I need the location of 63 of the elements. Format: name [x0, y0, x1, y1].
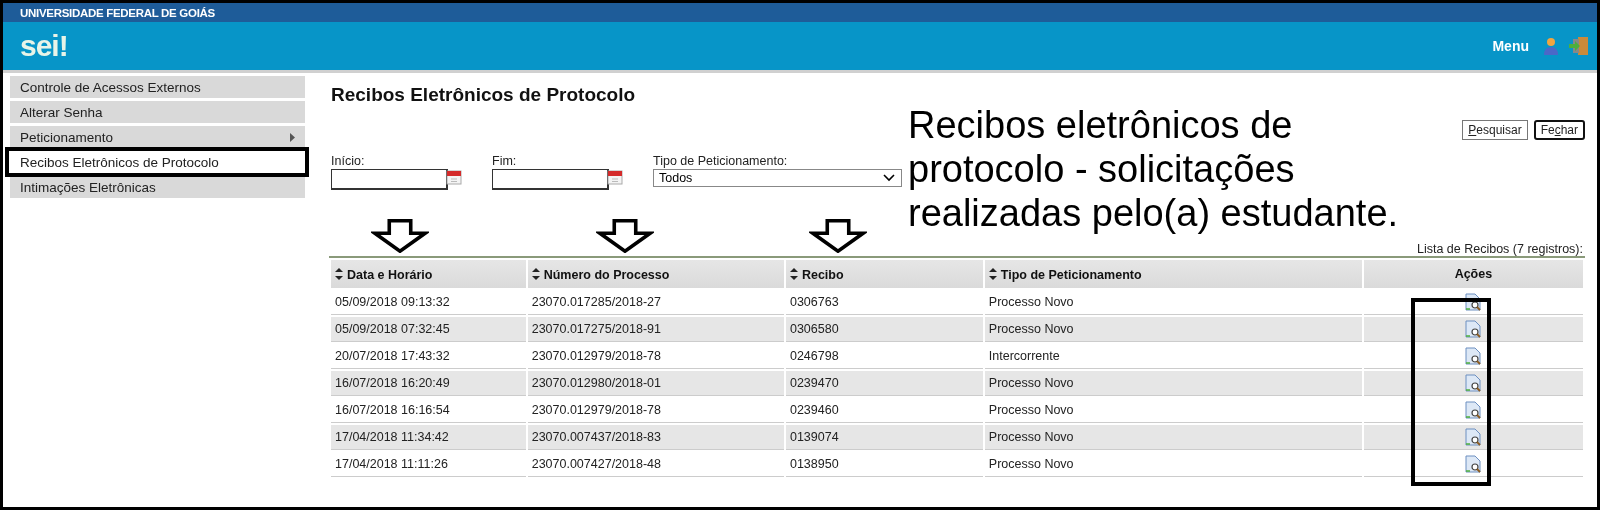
table-cell: 05/09/2018 07:32:45 — [331, 317, 526, 342]
page-title: Recibos Eletrônicos de Protocolo — [331, 84, 637, 106]
column-header[interactable]: Número do Processo — [527, 260, 784, 288]
table-cell: Processo Novo — [984, 371, 1362, 396]
table-cell: 23070.017285/2018-27 — [527, 290, 784, 315]
table-cell: Processo Novo — [984, 290, 1362, 315]
sidebar-item[interactable]: Peticionamento — [10, 126, 305, 148]
table-cell: 0239460 — [785, 398, 983, 423]
column-header[interactable]: Recibo — [785, 260, 983, 288]
table-cell: Processo Novo — [984, 398, 1362, 423]
type-dropdown[interactable]: Todos — [653, 169, 902, 187]
date-field[interactable] — [331, 169, 448, 190]
table-cell: 23070.007437/2018-83 — [527, 425, 784, 450]
search-button[interactable]: Pesquisar — [1462, 120, 1528, 140]
close-button[interactable]: Fechar — [1533, 120, 1585, 140]
sort-icon[interactable] — [531, 266, 540, 281]
table-cell: Processo Novo — [984, 452, 1362, 477]
institution-name: UNIVERSIDADE FEDERAL DE GOIÁS — [20, 6, 215, 19]
table-cell: 23070.012980/2018-01 — [527, 371, 784, 396]
filter-label: Fim: — [492, 154, 518, 168]
table-cell: 0246798 — [785, 344, 983, 369]
down-arrow — [809, 219, 867, 253]
date-field[interactable] — [492, 169, 609, 190]
table-cell: 0139074 — [785, 425, 983, 450]
annotation-text: Recibos eletrônicos de protocolo - solicitações realizadas pelo(a) estudante. — [908, 103, 1400, 235]
table-cell: 23070.012979/2018-78 — [527, 344, 784, 369]
filter-label: Tipo de Peticionamento: — [653, 154, 789, 168]
document-search-icon[interactable] — [1465, 401, 1482, 419]
table-cell: 23070.017275/2018-91 — [527, 317, 784, 342]
table-cell: 23070.007427/2018-48 — [527, 452, 784, 477]
column-header[interactable]: Tipo de Peticionamento — [984, 260, 1362, 288]
table-cell: Intercorrente — [984, 344, 1362, 369]
down-arrow — [596, 219, 654, 253]
table-cell: Processo Novo — [984, 317, 1362, 342]
table-cell: 05/09/2018 09:13:32 — [331, 290, 526, 315]
sidebar-item[interactable]: Intimações Eletrônicas — [10, 176, 305, 198]
filter-label: Início: — [331, 154, 366, 168]
sidebar-item[interactable]: Controle de Acessos Externos — [10, 76, 305, 98]
table-cell: 16/07/2018 16:20:49 — [331, 371, 526, 396]
document-search-icon[interactable] — [1465, 347, 1482, 365]
document-search-icon[interactable] — [1465, 455, 1482, 473]
sidebar-item[interactable]: Alterar Senha — [10, 101, 305, 123]
document-search-icon[interactable] — [1465, 374, 1482, 392]
table-cell: Processo Novo — [984, 425, 1362, 450]
table-caption: Lista de Recibos (7 registros): — [1415, 242, 1584, 256]
table-cell: 17/04/2018 11:34:42 — [331, 425, 526, 450]
table-cell: 0306763 — [785, 290, 983, 315]
down-arrow — [371, 219, 429, 253]
document-search-icon[interactable] — [1465, 320, 1482, 338]
sort-icon[interactable] — [335, 266, 343, 281]
document-search-icon[interactable] — [1465, 428, 1482, 446]
table-cell: 23070.012979/2018-78 — [527, 398, 784, 423]
table-cell: 17/04/2018 11:11:26 — [331, 452, 526, 477]
column-header[interactable]: Data e Horário — [331, 260, 526, 288]
column-header: Ações — [1363, 260, 1583, 288]
sort-icon[interactable] — [988, 266, 997, 281]
submenu-arrow-icon — [290, 132, 295, 142]
table-cell: 16/07/2018 16:16:54 — [331, 398, 526, 423]
table-cell: 0306580 — [785, 317, 983, 342]
sort-icon[interactable] — [789, 266, 798, 281]
table-cell: 0138950 — [785, 452, 983, 477]
table-cell: 20/07/2018 17:43:32 — [331, 344, 526, 369]
table-cell: 0239470 — [785, 371, 983, 396]
